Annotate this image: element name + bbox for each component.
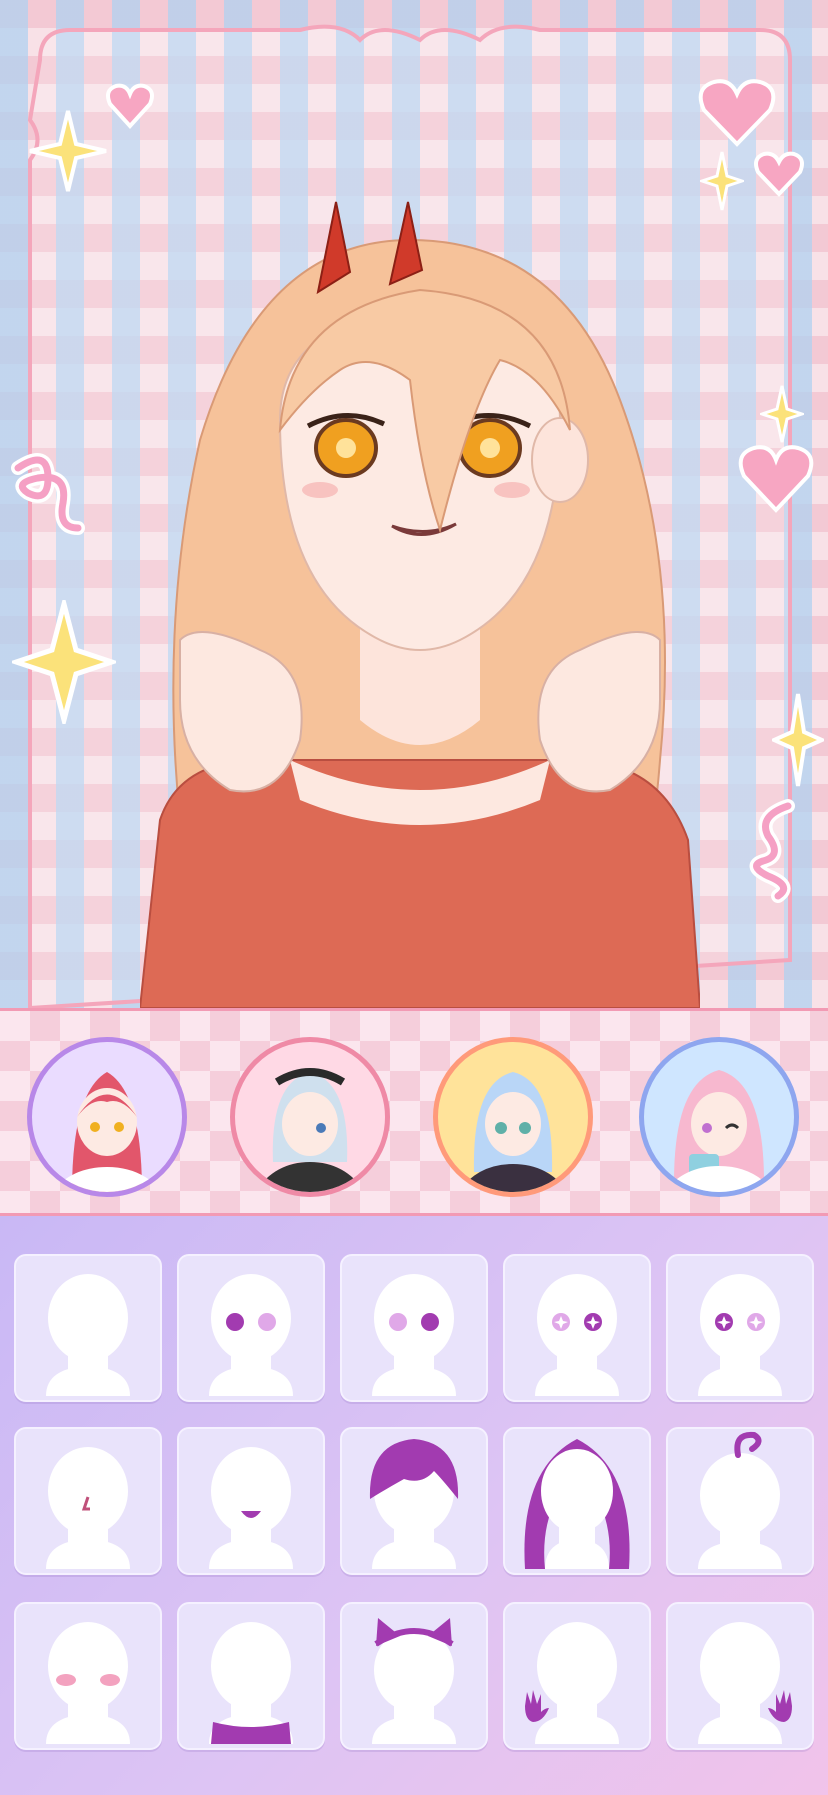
- star-icon: [12, 600, 116, 724]
- short-hair-icon: [369, 1439, 459, 1569]
- sparkle-eyes-icon: [698, 1274, 782, 1396]
- nose-icon: [46, 1447, 130, 1569]
- preset-portrait-icon: [52, 1072, 162, 1192]
- sparkle-icon: [29, 110, 107, 192]
- category-eye-style-1[interactable]: [177, 1254, 325, 1402]
- preset-avatar-4[interactable]: [639, 1037, 799, 1197]
- blush-icon: [46, 1622, 130, 1744]
- category-blush[interactable]: [14, 1602, 162, 1750]
- sparkle-icon: [700, 151, 744, 211]
- category-eye-style-4[interactable]: [666, 1254, 814, 1402]
- category-nose[interactable]: [14, 1427, 162, 1575]
- right-hand-icon: [698, 1622, 792, 1744]
- category-headwear[interactable]: [340, 1602, 488, 1750]
- preset-portrait-icon: [664, 1070, 774, 1192]
- category-panel: [0, 1216, 828, 1795]
- category-eye-style-3[interactable]: [503, 1254, 651, 1402]
- round-eyes-icon: [209, 1274, 293, 1396]
- category-hair-back[interactable]: [503, 1427, 651, 1575]
- ribbon-squiggle-icon: [749, 799, 795, 903]
- category-hand-right[interactable]: [666, 1602, 814, 1750]
- category-clothing[interactable]: [177, 1602, 325, 1750]
- character-avatar: [140, 201, 700, 1008]
- category-hair-front[interactable]: [340, 1427, 488, 1575]
- star-eyes-icon: [535, 1274, 619, 1396]
- heart-icon: [738, 445, 814, 513]
- category-hand-left[interactable]: [503, 1602, 651, 1750]
- heart-icon: [754, 151, 804, 197]
- avatar-stage: [0, 0, 828, 1008]
- cat-ears-icon: [372, 1618, 456, 1744]
- heart-icon: [106, 83, 154, 129]
- preset-picker: [0, 1008, 828, 1216]
- preset-avatar-1[interactable]: [27, 1037, 187, 1197]
- category-body-base[interactable]: [14, 1254, 162, 1402]
- preset-portrait-icon: [255, 1068, 365, 1192]
- long-hair-icon: [524, 1439, 630, 1569]
- category-ahoge[interactable]: [666, 1427, 814, 1575]
- preset-portrait-icon: [458, 1072, 568, 1192]
- preset-avatar-3[interactable]: [433, 1037, 593, 1197]
- head-silhouette-icon: [46, 1274, 130, 1396]
- round-eyes-alt-icon: [372, 1274, 456, 1396]
- preset-avatar-2[interactable]: [230, 1037, 390, 1197]
- mouth-icon: [209, 1447, 293, 1569]
- left-hand-icon: [525, 1622, 619, 1744]
- shirt-icon: [209, 1622, 293, 1744]
- category-mouth[interactable]: [177, 1427, 325, 1575]
- sparkle-icon: [760, 385, 804, 443]
- ribbon-squiggle-icon: [11, 453, 85, 535]
- sparkle-icon: [772, 693, 824, 787]
- heart-icon: [698, 79, 776, 147]
- hair-curl-icon: [698, 1431, 782, 1569]
- category-eye-style-2[interactable]: [340, 1254, 488, 1402]
